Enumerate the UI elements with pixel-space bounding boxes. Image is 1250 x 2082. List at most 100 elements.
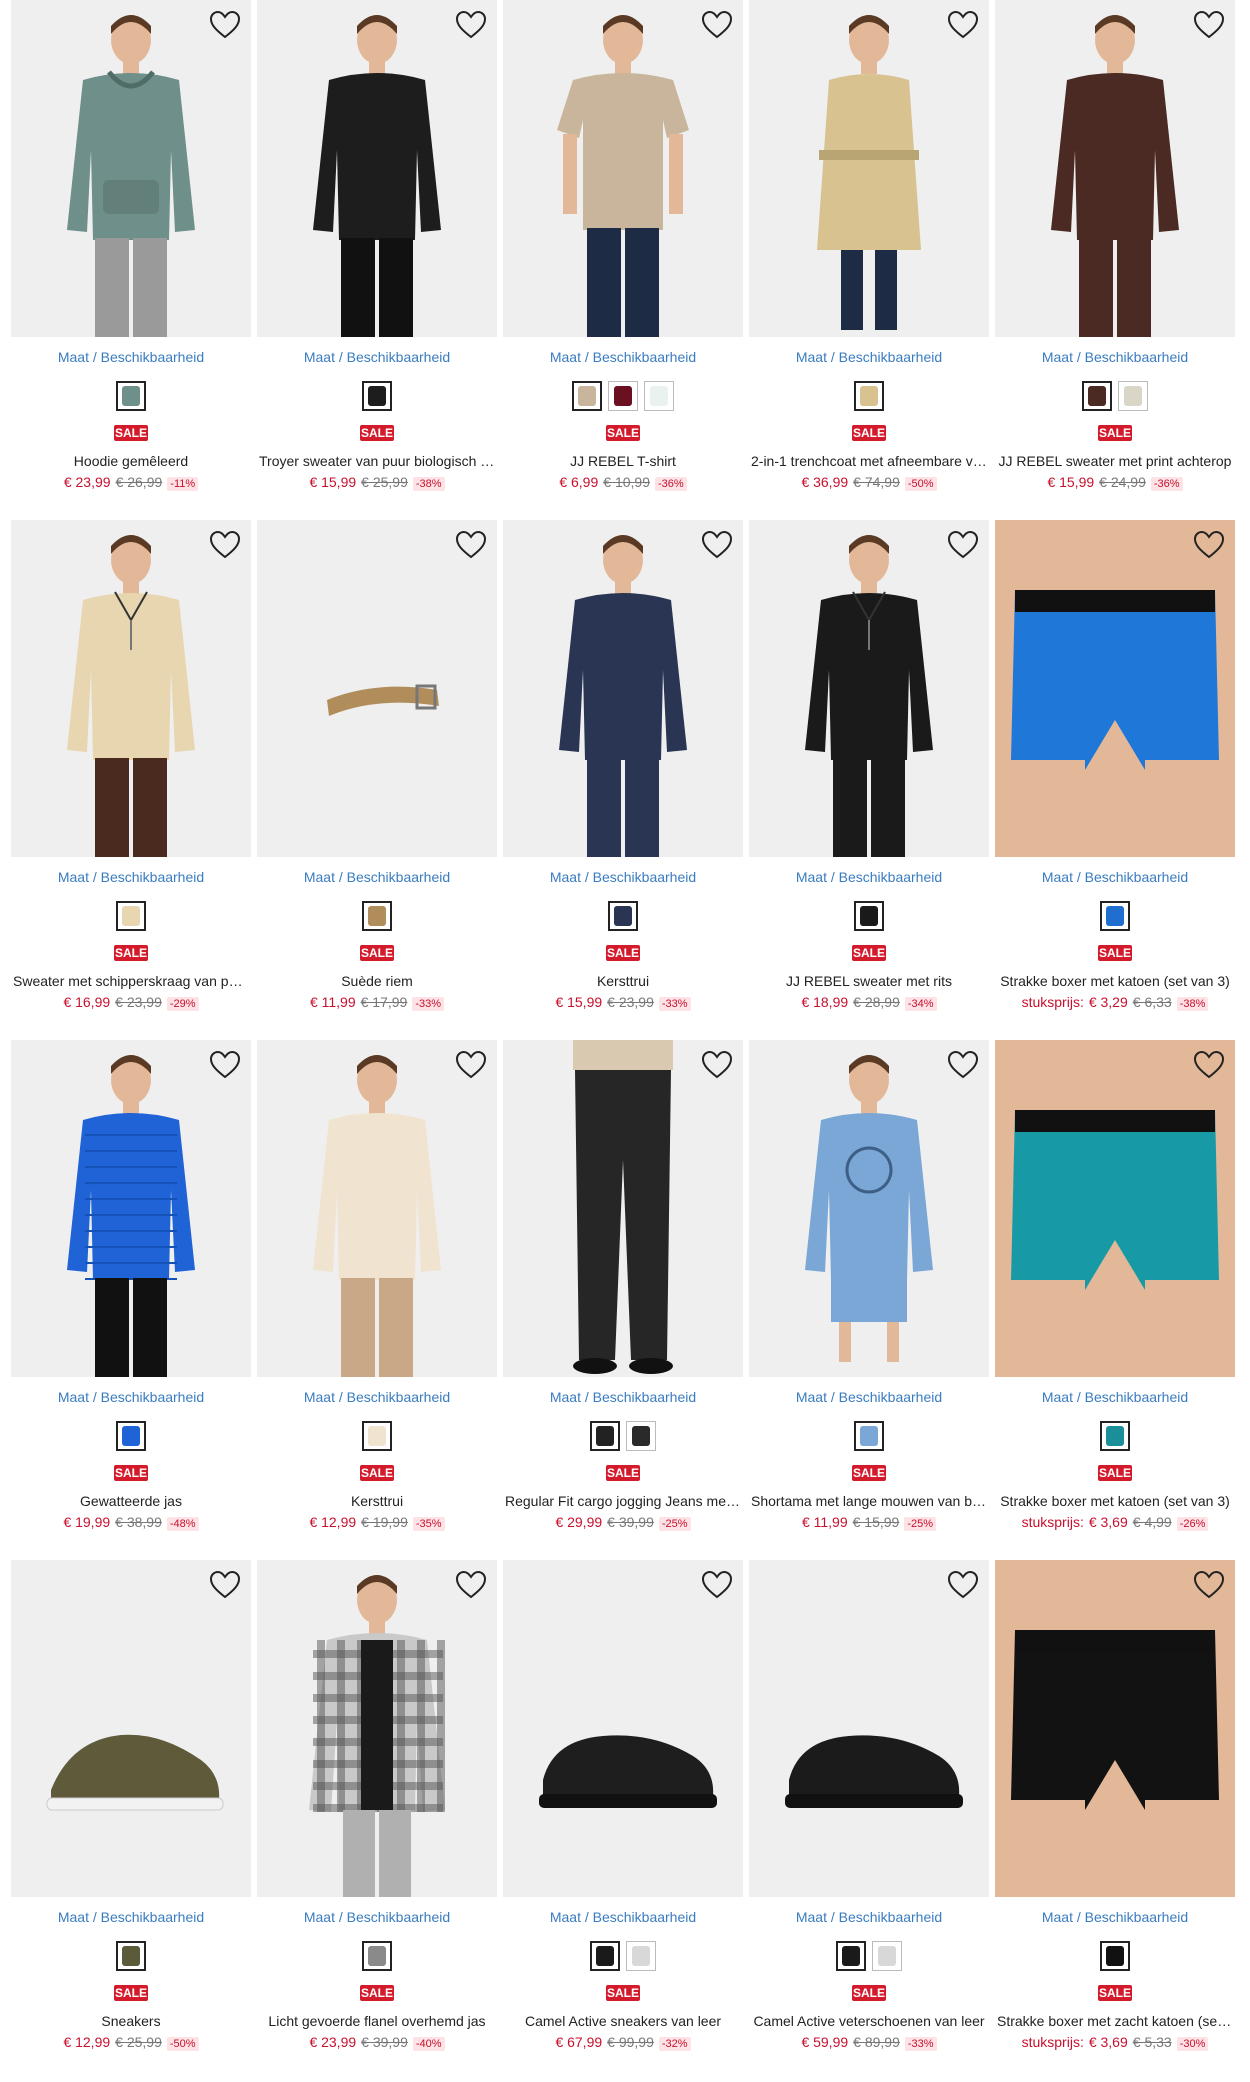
size-availability-link[interactable]: Maat / Beschikbaarheid [995, 349, 1235, 367]
heart-icon[interactable] [701, 10, 733, 40]
heart-icon[interactable] [947, 10, 979, 40]
color-swatch[interactable] [1118, 381, 1148, 411]
heart-icon[interactable] [455, 10, 487, 40]
size-availability-link[interactable]: Maat / Beschikbaarheid [257, 1909, 497, 1927]
product-title[interactable]: Strakke boxer met katoen (set van 3) [995, 1493, 1235, 1511]
color-swatch[interactable] [1100, 1421, 1130, 1451]
color-swatch[interactable] [590, 1421, 620, 1451]
product-image[interactable] [503, 520, 743, 857]
size-availability-link[interactable]: Maat / Beschikbaarheid [503, 1389, 743, 1407]
product-image[interactable] [11, 1560, 251, 1897]
size-availability-link[interactable]: Maat / Beschikbaarheid [11, 1389, 251, 1407]
size-availability-link[interactable]: Maat / Beschikbaarheid [503, 869, 743, 887]
product-title[interactable]: Hoodie gemêleerd [11, 453, 251, 471]
product-card-6[interactable]: Maat / Beschikbaarheid SALE Sweater met … [11, 520, 251, 1040]
color-swatch[interactable] [626, 1941, 656, 1971]
product-card-16[interactable]: Maat / Beschikbaarheid SALE Sneakers € 1… [11, 1560, 251, 2080]
product-image[interactable] [11, 1040, 251, 1377]
product-card-11[interactable]: Maat / Beschikbaarheid SALE Gewatteerde … [11, 1040, 251, 1560]
product-image[interactable] [257, 0, 497, 337]
product-card-17[interactable]: Maat / Beschikbaarheid SALE Licht gevoer… [257, 1560, 497, 2080]
color-swatch[interactable] [854, 381, 884, 411]
color-swatch[interactable] [872, 1941, 902, 1971]
color-swatch[interactable] [644, 381, 674, 411]
size-availability-link[interactable]: Maat / Beschikbaarheid [749, 1389, 989, 1407]
color-swatch[interactable] [362, 1421, 392, 1451]
product-title[interactable]: Kersttrui [503, 973, 743, 991]
size-availability-link[interactable]: Maat / Beschikbaarheid [257, 349, 497, 367]
heart-icon[interactable] [209, 1570, 241, 1600]
product-title[interactable]: JJ REBEL sweater met print achterop [995, 453, 1235, 471]
product-title[interactable]: Gewatteerde jas [11, 1493, 251, 1511]
heart-icon[interactable] [701, 1050, 733, 1080]
heart-icon[interactable] [947, 530, 979, 560]
product-image[interactable] [995, 0, 1235, 337]
heart-icon[interactable] [1193, 10, 1225, 40]
size-availability-link[interactable]: Maat / Beschikbaarheid [995, 1389, 1235, 1407]
heart-icon[interactable] [947, 1570, 979, 1600]
product-card-7[interactable]: Maat / Beschikbaarheid SALE Suède riem €… [257, 520, 497, 1040]
color-swatch[interactable] [362, 901, 392, 931]
product-card-12[interactable]: Maat / Beschikbaarheid SALE Kersttrui € … [257, 1040, 497, 1560]
product-title[interactable]: JJ REBEL sweater met rits [749, 973, 989, 991]
product-image[interactable] [11, 0, 251, 337]
product-image[interactable] [995, 520, 1235, 857]
color-swatch[interactable] [116, 1421, 146, 1451]
size-availability-link[interactable]: Maat / Beschikbaarheid [749, 349, 989, 367]
heart-icon[interactable] [209, 1050, 241, 1080]
product-card-9[interactable]: Maat / Beschikbaarheid SALE JJ REBEL swe… [749, 520, 989, 1040]
product-card-18[interactable]: Maat / Beschikbaarheid SALE Camel Active… [503, 1560, 743, 2080]
heart-icon[interactable] [1193, 1050, 1225, 1080]
color-swatch[interactable] [116, 901, 146, 931]
product-title[interactable]: Sweater met schipperskraag van puur kato… [11, 973, 251, 991]
heart-icon[interactable] [209, 530, 241, 560]
size-availability-link[interactable]: Maat / Beschikbaarheid [995, 869, 1235, 887]
size-availability-link[interactable]: Maat / Beschikbaarheid [11, 349, 251, 367]
color-swatch[interactable] [608, 901, 638, 931]
heart-icon[interactable] [701, 530, 733, 560]
size-availability-link[interactable]: Maat / Beschikbaarheid [11, 1909, 251, 1927]
product-image[interactable] [11, 520, 251, 857]
product-image[interactable] [749, 1040, 989, 1377]
product-image[interactable] [503, 0, 743, 337]
product-card-13[interactable]: Maat / Beschikbaarheid SALE Regular Fit … [503, 1040, 743, 1560]
heart-icon[interactable] [455, 1050, 487, 1080]
product-title[interactable]: JJ REBEL T-shirt [503, 453, 743, 471]
product-card-3[interactable]: Maat / Beschikbaarheid SALE JJ REBEL T-s… [503, 0, 743, 520]
product-card-2[interactable]: Maat / Beschikbaarheid SALE Troyer sweat… [257, 0, 497, 520]
product-image[interactable] [257, 1040, 497, 1377]
product-title[interactable]: Kersttrui [257, 1493, 497, 1511]
size-availability-link[interactable]: Maat / Beschikbaarheid [503, 349, 743, 367]
product-image[interactable] [257, 1560, 497, 1897]
heart-icon[interactable] [1193, 1570, 1225, 1600]
product-title[interactable]: Camel Active sneakers van leer [503, 2013, 743, 2031]
color-swatch[interactable] [608, 381, 638, 411]
color-swatch[interactable] [362, 381, 392, 411]
product-card-15[interactable]: Maat / Beschikbaarheid SALE Strakke boxe… [995, 1040, 1235, 1560]
color-swatch[interactable] [572, 381, 602, 411]
product-title[interactable]: Regular Fit cargo jogging Jeans met Pock… [503, 1493, 743, 1511]
color-swatch[interactable] [1100, 1941, 1130, 1971]
product-image[interactable] [995, 1560, 1235, 1897]
size-availability-link[interactable]: Maat / Beschikbaarheid [749, 1909, 989, 1927]
color-swatch[interactable] [854, 901, 884, 931]
product-image[interactable] [257, 520, 497, 857]
product-title[interactable]: 2-in-1 trenchcoat met afneembare voering [749, 453, 989, 471]
product-image[interactable] [749, 520, 989, 857]
product-image[interactable] [503, 1560, 743, 1897]
size-availability-link[interactable]: Maat / Beschikbaarheid [11, 869, 251, 887]
product-image[interactable] [503, 1040, 743, 1377]
color-swatch[interactable] [590, 1941, 620, 1971]
product-card-10[interactable]: Maat / Beschikbaarheid SALE Strakke boxe… [995, 520, 1235, 1040]
heart-icon[interactable] [701, 1570, 733, 1600]
product-card-14[interactable]: Maat / Beschikbaarheid SALE Shortama met… [749, 1040, 989, 1560]
product-title[interactable]: Camel Active veterschoenen van leer [749, 2013, 989, 2031]
color-swatch[interactable] [362, 1941, 392, 1971]
product-card-4[interactable]: Maat / Beschikbaarheid SALE 2-in-1 trenc… [749, 0, 989, 520]
product-card-8[interactable]: Maat / Beschikbaarheid SALE Kersttrui € … [503, 520, 743, 1040]
color-swatch[interactable] [836, 1941, 866, 1971]
size-availability-link[interactable]: Maat / Beschikbaarheid [995, 1909, 1235, 1927]
product-title[interactable]: Sneakers [11, 2013, 251, 2031]
product-title[interactable]: Suède riem [257, 973, 497, 991]
heart-icon[interactable] [455, 1570, 487, 1600]
